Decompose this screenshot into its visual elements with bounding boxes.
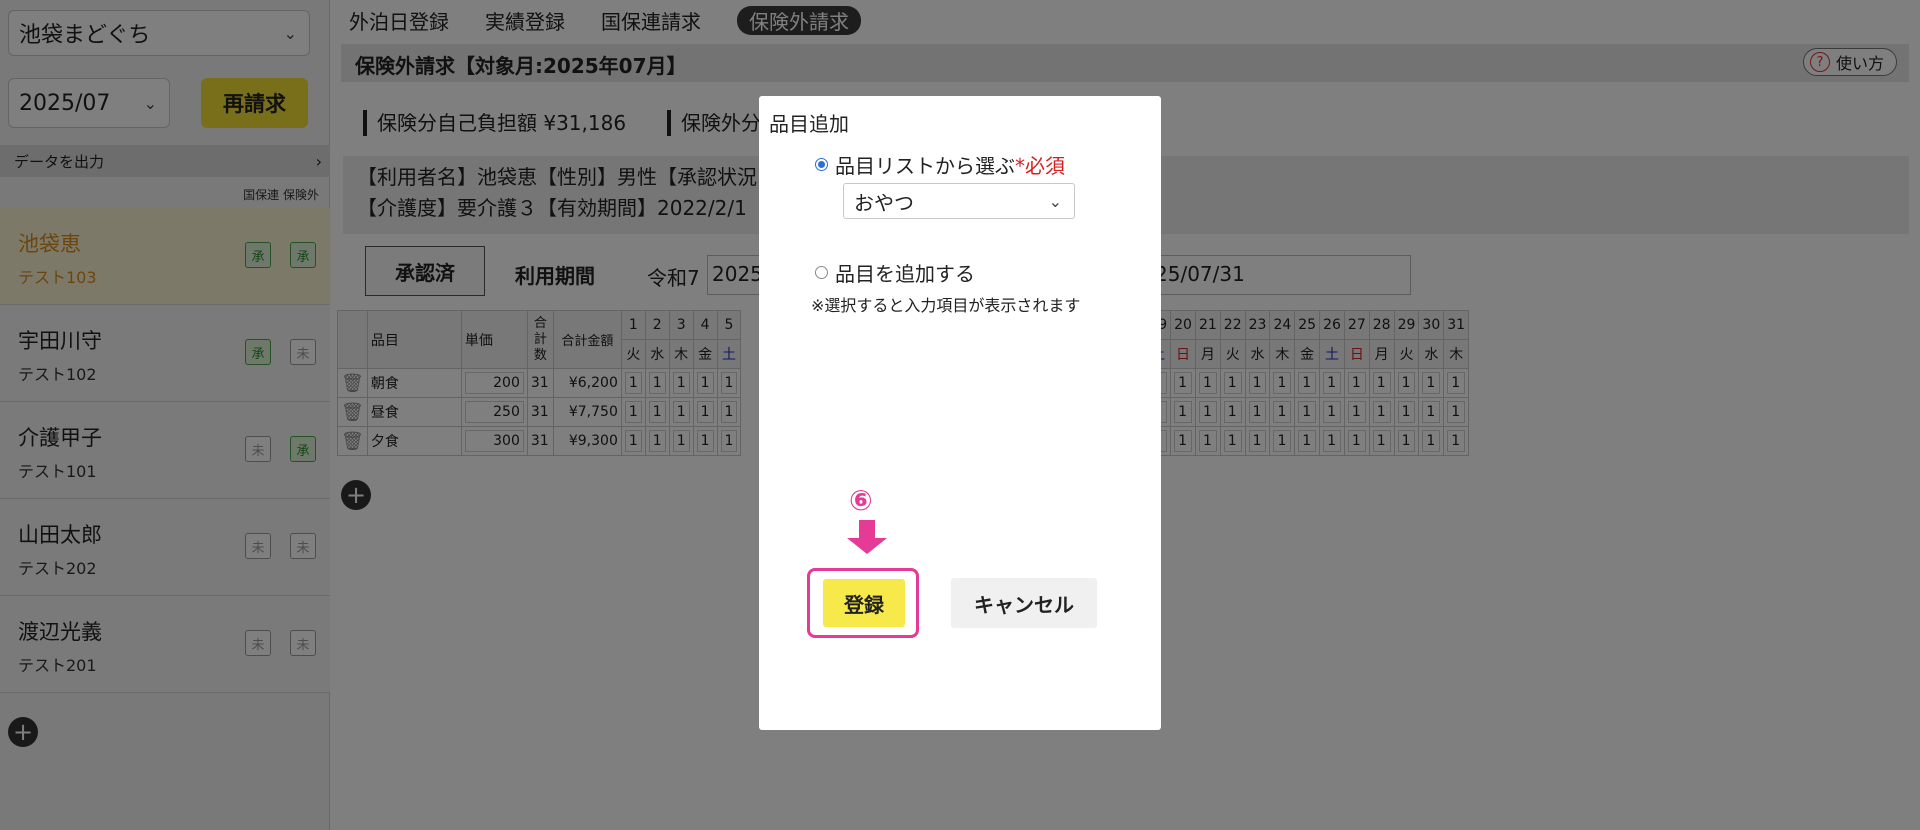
arrow-head xyxy=(847,538,887,554)
dialog-title: 品目追加 xyxy=(769,112,849,136)
chevron-down-icon: ⌄ xyxy=(1048,191,1062,211)
radio-add-item[interactable] xyxy=(815,266,828,279)
add-item-dialog: 品目追加 品目リストから選ぶ*必須 おやつ ⌄ 品目を追加する ※選択すると入力… xyxy=(759,96,1161,730)
cancel-button[interactable]: キャンセル xyxy=(951,578,1097,628)
add-item-label: 品目を追加する xyxy=(835,262,975,286)
selection-note: ※選択すると入力項目が表示されます xyxy=(811,296,1081,315)
item-select-value: おやつ xyxy=(854,190,914,215)
arrow-shaft xyxy=(859,520,875,538)
choose-from-list-label: 品目リストから選ぶ*必須 xyxy=(835,150,1065,179)
required-mark: *必須 xyxy=(1015,154,1065,178)
radio-choose-from-list[interactable] xyxy=(815,158,828,171)
register-button[interactable]: 登録 xyxy=(823,579,905,627)
step-number-annotation: ⑥ xyxy=(849,484,873,517)
choose-from-list-text: 品目リストから選ぶ xyxy=(835,154,1015,178)
item-select[interactable]: おやつ ⌄ xyxy=(843,183,1075,219)
